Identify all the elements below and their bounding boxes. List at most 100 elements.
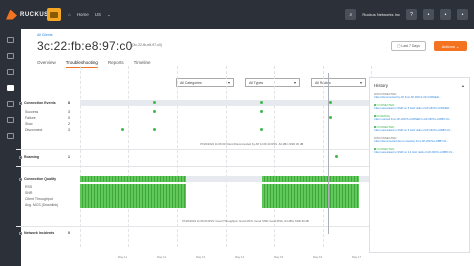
breadcrumb[interactable]: All Clients [37,33,53,37]
account-name[interactable]: Ruckus Networks Inc [362,12,400,17]
sidebar-admin-icon[interactable] [7,133,14,139]
row-count: 3 [68,128,70,132]
history-entry[interactable]: CONNECTED Client associated to SSID on 2… [374,147,466,154]
ruckus-logo-icon [6,9,17,20]
x-tick-label: May 16 [313,255,323,259]
section-count: 0 [68,231,70,235]
quality-bar[interactable] [80,176,186,182]
sidebar-analytics-icon[interactable] [7,53,14,59]
x-tick-label: May 12 [157,255,167,259]
sidebar-dashboard-icon[interactable] [7,37,14,43]
grid-line [323,66,324,247]
event-marker[interactable] [260,101,263,104]
history-text: Client roamed from AP-2607A-CORNER to AP… [374,118,452,121]
section-title: Network Incidents [24,231,55,235]
checkbox[interactable] [19,177,22,181]
section-count: 1 [68,155,70,159]
event-marker[interactable] [121,128,124,131]
history-entry[interactable]: CONNECTED Client associated to SSID on 5… [374,125,466,132]
row-label: Slow [25,122,33,126]
status-dot-icon [374,104,376,106]
section-count: 8 [68,101,70,105]
search-icon[interactable]: ⌕ [345,9,357,20]
event-marker[interactable] [153,110,156,113]
row-count: 0 [68,116,70,120]
quality-bar[interactable] [262,202,359,208]
time-cursor[interactable] [328,73,329,234]
sidebar-venues-icon[interactable] [7,69,14,75]
sidebar-network-icon[interactable] [7,101,14,107]
history-entry[interactable]: DISCONNECTED Client disconnected by AP f… [374,92,466,99]
sidebar-reports-icon[interactable] [7,117,14,123]
history-entry[interactable]: DISCONNECTED Client disconnected due to … [374,136,466,143]
date-range-button[interactable]: ▢ Last 7 Days [391,41,426,51]
section-title: Roaming [24,155,39,159]
logo-text: RUCKUS [20,11,49,18]
event-marker[interactable] [153,128,156,131]
checkbox[interactable] [19,155,22,159]
collapse-icon[interactable] [462,85,464,87]
history-text: Client associated to SSID on 5 GHz radio… [374,107,452,110]
actions-button[interactable]: Actions ⌄ [434,41,467,51]
row-label: Disconnect [25,128,43,132]
top-bar: RUCKUS ⌂ Home US ⌄ ⌕ Ruckus Networks Inc… [0,0,474,29]
roaming-marker[interactable] [335,155,338,158]
row-count: 2 [68,122,70,126]
grid-line [177,66,178,247]
event-marker[interactable] [329,101,332,104]
settings-icon[interactable]: • [440,9,451,20]
logo[interactable]: RUCKUS [6,9,49,20]
divider [16,226,372,227]
section-title: Connection Events [24,101,56,105]
event-caption: 07/20/2022 11:06:00 Client Disconnected … [200,142,304,146]
row-label: RSS [25,185,33,189]
x-tick-label: May 15 [274,255,284,259]
help-icon[interactable]: ? [406,9,417,20]
sidebar [0,29,21,266]
row-label: Success [25,110,39,114]
notifications-icon[interactable]: • [423,9,434,20]
status-dot-icon [374,148,376,150]
event-marker[interactable] [329,116,332,119]
chevron-down-icon[interactable]: ⌄ [107,12,111,18]
quality-caption: 07/20/2022 11:06:00 RSS: Good Throughput… [182,219,309,223]
user-icon[interactable]: • [457,9,468,20]
row-label: Failure [25,116,36,120]
section-connection-quality[interactable]: Connection Quality [19,177,56,181]
history-text: Client disconnected by AP from AP 2607A-… [374,96,442,99]
history-text: Client disconnected due to inactivity fr… [374,140,449,143]
row-label: Client Throughput [25,197,53,201]
home-icon[interactable]: ⌂ [68,12,71,18]
section-connection-events[interactable]: Connection Events [19,101,56,105]
quality-bar[interactable] [262,176,359,182]
status-dot-icon [374,126,376,128]
event-marker[interactable] [260,110,263,113]
date-range-label: Last 7 Days [401,44,420,48]
grid-line [128,66,129,247]
sidebar-clients-icon[interactable] [7,85,14,91]
quality-bar[interactable] [80,202,186,208]
section-roaming[interactable]: Roaming [19,155,39,159]
event-marker[interactable] [260,128,263,131]
checkbox[interactable] [19,231,22,235]
divider [16,149,372,150]
history-entry[interactable]: CONNECTED Client associated to SSID on 5… [374,103,466,110]
top-nav: ⌂ Home US ⌄ [68,12,111,18]
nav-home[interactable]: Home [77,12,89,18]
row-label: Avg. MCS (Downlink) [25,203,59,207]
tab-overview[interactable]: Overview [37,60,56,68]
page-subtitle: (3c-22-fb-e8-97-c0) [132,43,163,47]
x-tick-label: May 11 [118,255,127,259]
section-network-incidents[interactable]: Network Incidents [19,231,54,235]
section-title: Connection Quality [24,177,57,181]
grid-line [80,66,81,247]
checkbox[interactable] [19,101,22,105]
page-title: 3c:22:fb:e8:97:c0 [37,39,133,53]
history-entry[interactable]: ROAMING Client roamed from AP-2607A-CORN… [374,114,466,121]
history-text: Client associated to SSID on 2.4 GHz rad… [374,151,455,154]
status-dot-icon [374,115,376,117]
event-marker[interactable] [153,101,156,104]
x-tick-label: May 17 [352,255,362,259]
history-text: Client associated to SSID on 5 GHz radio… [374,129,453,132]
nav-region[interactable]: US [95,12,101,18]
